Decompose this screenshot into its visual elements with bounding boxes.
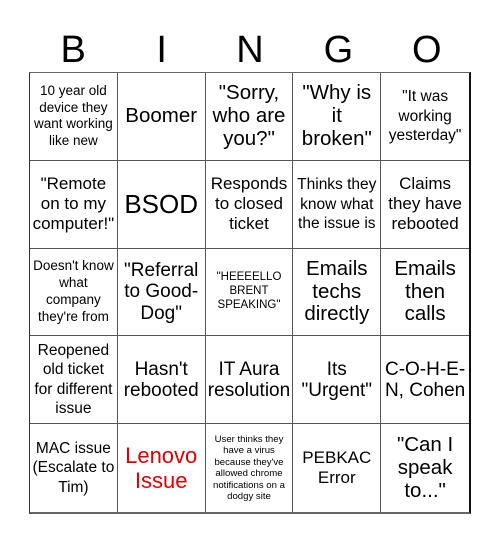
bingo-cell[interactable]: Emails then calls [381,249,469,337]
bingo-cell[interactable]: Hasn't rebooted [117,336,206,425]
bingo-cell[interactable]: C-O-H-E-N, Cohen [381,336,469,425]
header-letter-o: O [412,29,442,71]
bingo-cell[interactable]: Thinks they know what the issue is [293,160,382,249]
bingo-cell[interactable]: "Remote on to my computer!" [30,160,118,249]
bingo-cell[interactable]: Emails techs directly [293,248,382,337]
bingo-cell[interactable]: PEBKAC Error [293,424,382,512]
bingo-cell[interactable]: Responds to closed ticket [205,160,294,249]
header-letter-g: G [323,29,354,71]
bingo-cell[interactable]: IT Aura resolution [205,336,294,425]
bingo-cell[interactable]: "HEEEELLO BRENT SPEAKING" [205,248,294,337]
bingo-cell[interactable]: 10 year old device they want working lik… [30,73,118,161]
header-letter-b: B [60,29,86,71]
bingo-cell[interactable]: Its "Urgent" [293,336,382,425]
header-letter-n: N [236,29,264,71]
bingo-cell[interactable]: User thinks they have a virus because th… [206,424,294,512]
bingo-cell[interactable]: "Can I speak to..." [381,424,469,512]
bingo-cell[interactable]: Claims they have rebooted [381,161,469,249]
bingo-cell[interactable]: "Referral to Good-Dog" [117,248,206,337]
bingo-cell[interactable]: MAC issue (Escalate to Tim) [30,424,118,512]
bingo-cell[interactable]: Boomer [117,73,206,161]
bingo-cell[interactable]: Reopened old ticket for different issue [30,336,118,425]
bingo-cell[interactable]: Doesn't know what company they're from [30,248,118,337]
bingo-cell[interactable]: "Sorry, who are you?" [205,73,294,161]
bingo-cell[interactable]: "Why is it broken" [293,73,382,161]
bingo-cell[interactable]: "It was working yesterday" [381,73,469,161]
bingo-cell[interactable]: BSOD [117,160,206,249]
bingo-header: B I N G O [29,28,471,72]
header-letter-i: I [156,29,167,71]
bingo-card: 10 year old device they want working lik… [29,72,471,514]
bingo-cell[interactable]: Lenovo Issue [118,424,206,512]
